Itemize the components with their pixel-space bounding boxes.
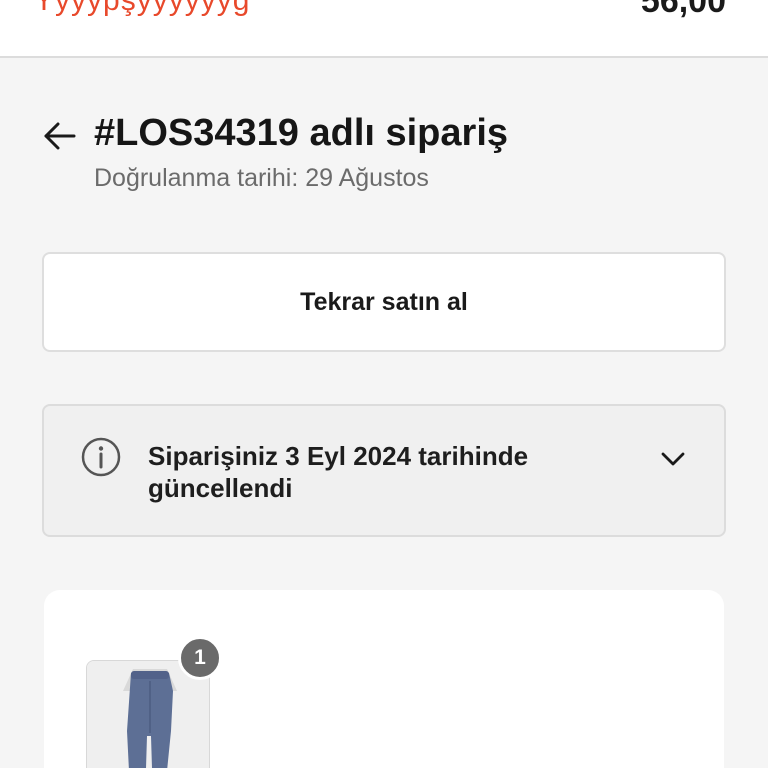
order-items-card: 1 (44, 590, 724, 768)
info-icon (81, 437, 121, 477)
chevron-down-icon[interactable] (656, 442, 690, 476)
top-bar: Ýýýýpşýýýýýýg 56,00 (0, 0, 768, 58)
order-update-notice[interactable]: Siparişiniz 3 Eyl 2024 tarihinde güncell… (42, 404, 726, 537)
verification-date: Doğrulanma tarihi: 29 Ağustos (94, 164, 429, 192)
top-bar-partial-price: 56,00 (640, 0, 726, 20)
update-notice-text: Siparişiniz 3 Eyl 2024 tarihinde güncell… (148, 441, 529, 503)
back-button[interactable] (40, 116, 80, 156)
page-title: #LOS34319 adlı sipariş (94, 112, 509, 154)
quantity-badge: 1 (178, 636, 222, 680)
buy-again-button[interactable]: Tekrar satın al (42, 252, 726, 352)
arrow-left-icon (44, 122, 76, 150)
top-bar-partial-text: Ýýýýpşýýýýýýg (34, 0, 251, 17)
